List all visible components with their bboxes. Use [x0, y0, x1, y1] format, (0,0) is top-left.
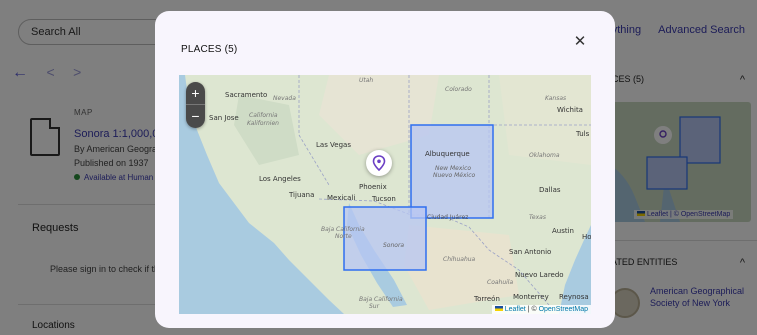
location-pin-icon[interactable] [366, 150, 392, 176]
map-label: Nuevo Laredo [515, 271, 564, 279]
map-label: Sonora [383, 242, 404, 249]
map-label: Ho [582, 233, 591, 241]
map-label: Reynosa [559, 293, 589, 301]
leaflet-link[interactable]: Leaflet [505, 306, 526, 313]
map-label: Wichita [557, 106, 583, 114]
map-label: Tuls [575, 130, 590, 138]
places-map[interactable]: Utah Colorado Nevada Kansas Wichita Sacr… [179, 75, 591, 314]
map-label: Oklahoma [529, 152, 560, 159]
map-label: Tijuana [288, 191, 314, 199]
map-label: Baja California [321, 226, 365, 233]
map-label: San Antonio [509, 248, 551, 256]
map-label: Austin [552, 227, 574, 235]
map-label: Nevada [273, 95, 296, 102]
map-graphic: Utah Colorado Nevada Kansas Wichita Sacr… [179, 75, 591, 314]
map-label: Tucson [371, 195, 396, 203]
map-label: Ciudad Juárez [427, 214, 468, 221]
map-label: Colorado [445, 86, 472, 93]
map-label: New Mexico [435, 165, 471, 172]
map-label: Nuevo México [433, 172, 475, 179]
map-label: Kansas [545, 95, 566, 102]
map-label: Dallas [539, 186, 561, 194]
zoom-in-button[interactable]: + [186, 82, 205, 105]
modal-title: PLACES (5) [181, 44, 238, 55]
map-label: Phoenix [359, 183, 387, 191]
map-label: Torreón [473, 295, 500, 303]
map-label: Utah [359, 77, 373, 84]
attribution-separator: | © [525, 306, 539, 313]
map-label: Texas [529, 214, 546, 221]
map-label: Monterrey [513, 293, 549, 301]
map-label: Mexicali [327, 194, 355, 202]
map-attribution: Leaflet | © OpenStreetMap [491, 305, 591, 314]
openstreetmap-link[interactable]: OpenStreetMap [539, 306, 588, 313]
map-label: Kalifornien [247, 120, 279, 127]
map-label: Los Angeles [259, 175, 301, 183]
map-label: San Jose [209, 114, 239, 122]
map-label: Chihuahua [443, 256, 476, 263]
map-label: Sur [369, 303, 380, 310]
close-icon[interactable]: ✕ [573, 34, 587, 49]
map-label: Albuquerque [425, 150, 470, 158]
map-label: Baja California [359, 296, 403, 303]
map-label: Norte [335, 233, 352, 240]
map-label: Las Vegas [316, 141, 351, 149]
places-modal: PLACES (5) ✕ Utah Colorado Nevada Kansas… [155, 11, 615, 328]
map-label: Coahuila [487, 279, 513, 286]
zoom-out-button[interactable]: − [186, 105, 205, 128]
map-label: California [249, 112, 278, 119]
zoom-control: + − [186, 82, 205, 128]
ukraine-flag-icon [494, 306, 503, 311]
map-label: Sacramento [225, 91, 267, 99]
pin-graphic [372, 155, 386, 172]
